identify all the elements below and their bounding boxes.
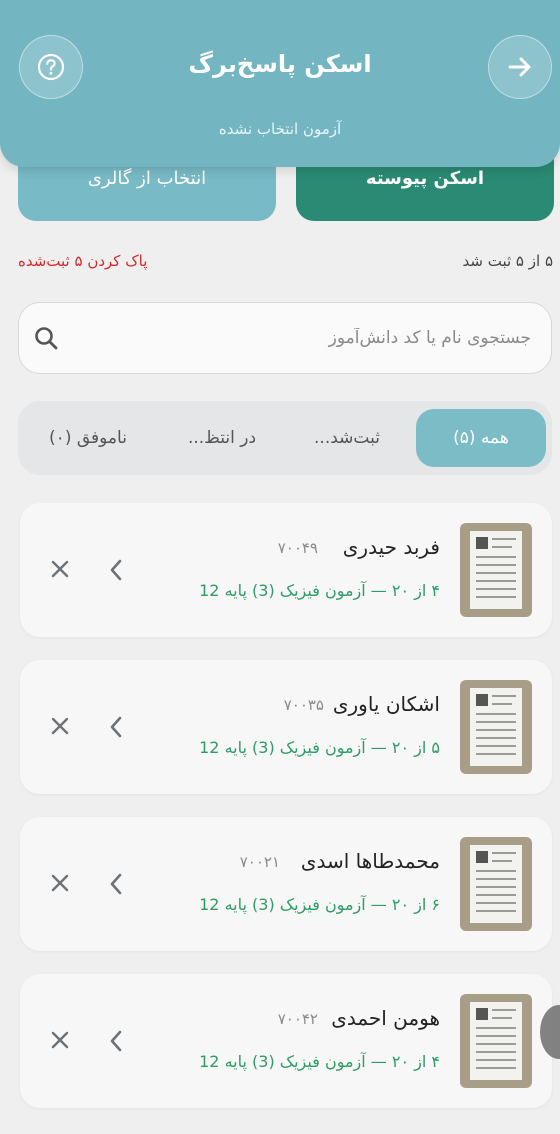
student-score-detail: ۵ از ۲۰ — آزمون فیزیک (3) پایه 12 <box>199 738 440 757</box>
chevron-left-icon[interactable] <box>106 871 126 897</box>
tab-failed[interactable]: ناموفق (۰) <box>24 409 152 467</box>
app-header: اسکن پاسخ‌برگ آزمون انتخاب نشده <box>0 0 560 167</box>
student-score-detail: ۴ از ۲۰ — آزمون فیزیک (3) پایه 12 <box>199 581 440 600</box>
close-icon[interactable] <box>50 716 70 736</box>
chevron-left-icon[interactable] <box>106 1028 126 1054</box>
student-name: محمدطاها اسدی <box>300 849 440 873</box>
continuous-scan-label: اسکن پیوسته <box>365 168 485 189</box>
help-icon <box>37 53 65 81</box>
close-icon[interactable] <box>50 873 70 893</box>
chevron-left-icon[interactable] <box>106 714 126 740</box>
saved-count: ۵ از ۵ ثبت شد <box>462 252 554 270</box>
chevron-left-icon[interactable] <box>106 557 126 583</box>
search-box <box>18 302 552 374</box>
student-score-detail: ۴ از ۲۰ — آزمون فیزیک (3) پایه 12 <box>199 1052 440 1071</box>
answer-sheet-thumbnail <box>460 994 532 1088</box>
selected-exam-status: آزمون انتخاب نشده <box>218 120 342 138</box>
student-name: اشکان یاوری <box>332 692 440 716</box>
student-code: ۷۰۰۲۱ <box>239 853 280 871</box>
student-card[interactable]: محمدطاها اسدی ۷۰۰۲۱ ۶ از ۲۰ — آزمون فیزی… <box>20 817 552 951</box>
scan-page: انتخاب از گالری اسکن پیوسته اسکن پاسخ‌بر… <box>0 0 560 1134</box>
tab-all[interactable]: همه (۵) <box>416 409 546 467</box>
student-card[interactable]: هومن احمدی ۷۰۰۴۲ ۴ از ۲۰ — آزمون فیزیک (… <box>20 974 552 1108</box>
student-card[interactable]: اشکان یاوری ۷۰۰۳۵ ۵ از ۲۰ — آزمون فیزیک … <box>20 660 552 794</box>
search-icon <box>35 327 58 350</box>
student-name: هومن احمدی <box>331 1006 440 1030</box>
tab-saved[interactable]: ثبت‌شد... <box>292 409 402 467</box>
student-code: ۷۰۰۴۹ <box>277 539 318 557</box>
clear-saved-button[interactable]: پاک کردن ۵ ثبت‌شده <box>18 252 147 270</box>
answer-sheet-thumbnail <box>460 680 532 774</box>
student-card[interactable]: فربد حیدری ۷۰۰۴۹ ۴ از ۲۰ — آزمون فیزیک (… <box>20 503 552 637</box>
close-icon[interactable] <box>50 559 70 579</box>
filter-tabs: همه (۵) ثبت‌شد... در انتظ... ناموفق (۰) <box>18 401 552 475</box>
page-title: اسکن پاسخ‌برگ <box>188 50 372 78</box>
gallery-button-label: انتخاب از گالری <box>87 168 207 189</box>
search-input[interactable] <box>59 328 531 348</box>
student-code: ۷۰۰۴۲ <box>277 1010 318 1028</box>
answer-sheet-thumbnail <box>460 523 532 617</box>
answer-sheet-thumbnail <box>460 837 532 931</box>
student-name: فربد حیدری <box>342 535 440 559</box>
close-icon[interactable] <box>50 1030 70 1050</box>
student-score-detail: ۶ از ۲۰ — آزمون فیزیک (3) پایه 12 <box>199 895 440 914</box>
student-code: ۷۰۰۳۵ <box>283 696 324 714</box>
tab-pending[interactable]: در انتظ... <box>162 409 282 467</box>
help-button[interactable] <box>19 35 83 99</box>
